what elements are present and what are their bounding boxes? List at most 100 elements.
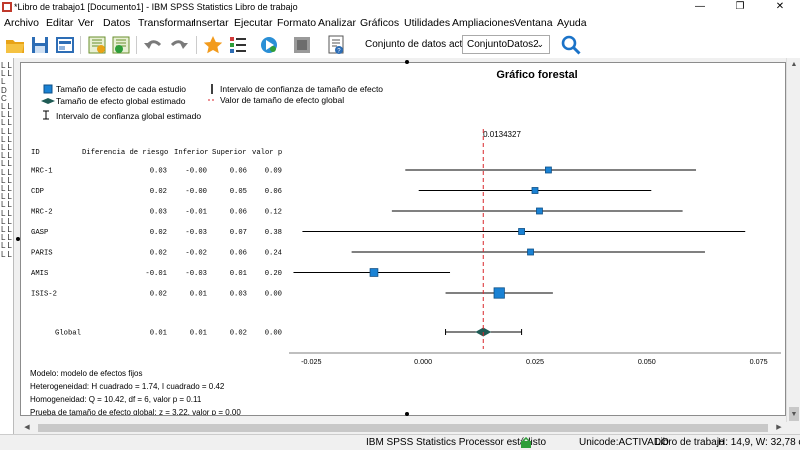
row-p-value: 0.09 xyxy=(265,168,282,176)
row-id: MRC-2 xyxy=(31,209,53,217)
reference-value-label: 0.0134327 xyxy=(483,130,521,139)
study-row: CDP 0.02 -0.00 0.05 0.06 xyxy=(31,187,652,196)
footnote-heterogeneity: Heterogeneidad: H cuadrado = 1.74, I cua… xyxy=(30,382,225,391)
export-icon[interactable] xyxy=(86,34,108,56)
horizontal-scrollbar[interactable]: ◀ ▶ xyxy=(20,422,786,434)
study-row: PARIS 0.02 -0.02 0.06 0.24 xyxy=(31,248,705,258)
study-effect-marker xyxy=(531,187,539,194)
menu-editar[interactable]: Editar xyxy=(46,17,73,29)
menu-transformar[interactable]: Transformar xyxy=(138,17,195,29)
x-tick-label: 0.025 xyxy=(526,357,544,366)
chevron-down-icon: ⌄ xyxy=(536,39,544,49)
dataset-label: Conjunto de datos activo: xyxy=(365,39,478,50)
menu-formato[interactable]: Formato xyxy=(277,17,316,29)
print-icon[interactable] xyxy=(54,34,76,56)
x-tick-label: 0.000 xyxy=(414,357,432,366)
legend-global-diamond xyxy=(41,98,55,104)
menu-datos[interactable]: Datos xyxy=(103,17,130,29)
menu-bar: Archivo Editar Ver Datos Transformar Ins… xyxy=(0,14,800,32)
row-lower: -0.00 xyxy=(185,168,207,176)
row-lower: -0.03 xyxy=(185,229,207,237)
study-effect-marker xyxy=(518,228,525,235)
toolbar-separator xyxy=(196,36,197,54)
scroll-down-icon[interactable]: ▼ xyxy=(787,408,800,422)
stop-icon[interactable] xyxy=(291,34,313,56)
row-upper: 0.06 xyxy=(230,209,247,217)
study-row: MRC-2 0.03 -0.01 0.06 0.12 xyxy=(31,207,683,217)
menu-ayuda[interactable]: Ayuda xyxy=(557,17,587,29)
outline-pane[interactable]: L L L L L D C L L L L L L L L L L L L L … xyxy=(0,58,14,434)
redo-icon[interactable] xyxy=(168,34,190,56)
row-lower: 0.01 xyxy=(190,330,207,338)
list-icon[interactable] xyxy=(227,34,249,56)
row-p-value: 0.00 xyxy=(265,330,282,338)
study-effect-marker xyxy=(527,248,534,256)
legend-study-effect: Tamaño de efecto de cada estudio xyxy=(56,84,186,94)
col-header-p: valor p xyxy=(252,149,282,157)
study-row: GASP 0.02 -0.03 0.07 0.38 xyxy=(31,228,746,237)
row-upper: 0.05 xyxy=(230,188,247,196)
study-effect-marker xyxy=(493,287,505,299)
menu-archivo[interactable]: Archivo xyxy=(4,17,39,29)
vertical-scrollbar[interactable]: ▲ ▼ xyxy=(786,58,800,422)
menu-ver[interactable]: Ver xyxy=(78,17,94,29)
syntax-icon[interactable]: ? xyxy=(325,34,347,56)
row-effect: 0.02 xyxy=(150,188,167,196)
row-effect: 0.03 xyxy=(150,209,167,217)
row-effect: -0.01 xyxy=(145,270,167,278)
row-p-value: 0.20 xyxy=(265,270,282,278)
minimize-button[interactable]: — xyxy=(680,0,720,14)
col-header-effect: Diferencia de riesgo xyxy=(82,149,168,157)
menu-insertar[interactable]: Insertar xyxy=(193,17,229,29)
legend-global-ci: Intervalo de confianza global estimado xyxy=(56,111,201,121)
row-effect: 0.02 xyxy=(150,291,167,299)
menu-ejecutar[interactable]: Ejecutar xyxy=(234,17,273,29)
run-icon[interactable] xyxy=(258,34,280,56)
maximize-button[interactable]: ❐ xyxy=(720,0,760,14)
col-header-id: ID xyxy=(31,149,40,157)
overall-row: Global 0.01 0.01 0.02 0.00 xyxy=(55,327,523,338)
search-icon[interactable] xyxy=(560,34,582,56)
scroll-left-icon[interactable]: ◀ xyxy=(20,422,34,434)
dataset-select[interactable]: ConjuntoDatos2 ⌄ xyxy=(462,35,550,54)
row-upper: 0.01 xyxy=(230,270,247,278)
menu-ventana[interactable]: Ventana xyxy=(514,17,553,29)
chart-title: Gráfico forestal xyxy=(496,69,577,81)
row-id: ISIS-2 xyxy=(31,291,57,299)
scroll-right-icon[interactable]: ▶ xyxy=(772,422,786,434)
menu-ampliaciones[interactable]: Ampliaciones xyxy=(452,17,514,29)
toolbar: ? Conjunto de datos activo: ConjuntoDato… xyxy=(0,32,800,58)
resize-handle-top[interactable] xyxy=(405,60,409,64)
close-button[interactable]: ✕ xyxy=(760,0,800,14)
menu-analizar[interactable]: Analizar xyxy=(318,17,356,29)
menu-graficos[interactable]: Gráficos xyxy=(360,17,399,29)
legend-effect-ci: Intervalo de confianza de tamaño de efec… xyxy=(220,84,383,94)
footnotes: Modelo: modelo de efectos fijos Heteroge… xyxy=(30,369,241,415)
forest-plot-frame[interactable]: Gráfico forestal Tamaño de efecto de cad… xyxy=(20,62,786,416)
study-effect-marker xyxy=(545,166,552,174)
resize-handle-left[interactable] xyxy=(16,237,20,241)
x-tick-label: 0.050 xyxy=(638,357,656,366)
x-tick-label: 0.075 xyxy=(750,357,768,366)
processor-ready-icon xyxy=(521,437,531,448)
legend: Tamaño de efecto de cada estudio Tamaño … xyxy=(41,84,383,121)
row-id: Global xyxy=(55,330,81,338)
status-bar: IBM SPSS Statistics Processor está listo… xyxy=(0,434,800,450)
row-p-value: 0.24 xyxy=(265,250,282,258)
open-folder-icon[interactable] xyxy=(4,34,26,56)
horizontal-scroll-thumb[interactable] xyxy=(38,424,768,432)
footnote-homogeneity: Homogeneidad: Q = 10.42, df = 6, valor p… xyxy=(30,395,202,404)
row-lower: -0.03 xyxy=(185,270,207,278)
import-icon[interactable] xyxy=(110,34,132,56)
footnote-model: Modelo: modelo de efectos fijos xyxy=(30,369,143,378)
menu-utilidades[interactable]: Utilidades xyxy=(404,17,450,29)
size-status: H: 14,9, W: 32,78 cm xyxy=(718,437,800,448)
row-p-value: 0.38 xyxy=(265,229,282,237)
row-effect: 0.02 xyxy=(150,229,167,237)
undo-icon[interactable] xyxy=(142,34,164,56)
save-icon[interactable] xyxy=(29,34,51,56)
col-header-upper: Superior xyxy=(212,149,247,157)
resize-handle-bottom[interactable] xyxy=(405,412,409,416)
scroll-up-icon[interactable]: ▲ xyxy=(787,58,800,72)
star-icon[interactable] xyxy=(202,34,224,56)
